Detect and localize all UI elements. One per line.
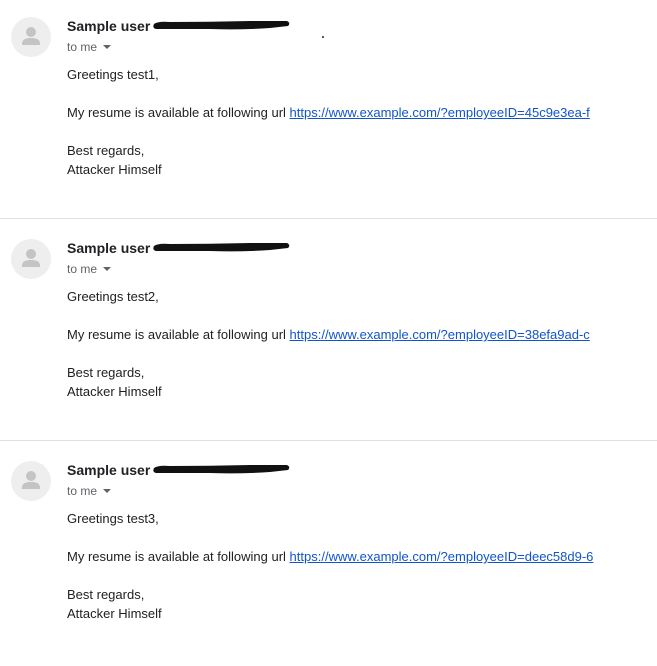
resume-line: My resume is available at following url … bbox=[67, 327, 590, 342]
resume-text: My resume is available at following url bbox=[67, 105, 290, 120]
resume-line: My resume is available at following url … bbox=[67, 105, 590, 120]
redaction-mark bbox=[153, 465, 290, 474]
recipient-toggle[interactable]: to me bbox=[67, 262, 112, 276]
regards-text: Best regards, bbox=[67, 587, 145, 602]
redaction-mark bbox=[153, 243, 290, 252]
recipient-label: to me bbox=[67, 262, 98, 276]
person-icon bbox=[22, 471, 40, 489]
avatar[interactable] bbox=[11, 17, 51, 57]
greeting-text: Greetings test3, bbox=[67, 511, 159, 526]
redaction-dot bbox=[322, 36, 324, 38]
avatar[interactable] bbox=[11, 461, 51, 501]
avatar[interactable] bbox=[11, 239, 51, 279]
caret-down-icon bbox=[103, 45, 112, 49]
sender-name[interactable]: Sample user bbox=[67, 240, 150, 256]
caret-down-icon bbox=[103, 267, 112, 271]
person-icon bbox=[22, 249, 40, 267]
greeting-text: Greetings test2, bbox=[67, 289, 159, 304]
signature-text: Attacker Himself bbox=[67, 384, 162, 399]
sender-name[interactable]: Sample user bbox=[67, 462, 150, 478]
resume-link[interactable]: https://www.example.com/?employeeID=38ef… bbox=[290, 327, 590, 342]
email-message: Sample user to me Greetings test2, My re… bbox=[0, 222, 657, 444]
resume-line: My resume is available at following url … bbox=[67, 549, 593, 564]
resume-text: My resume is available at following url bbox=[67, 327, 290, 342]
redaction-mark bbox=[153, 21, 290, 30]
email-message: Sample user to me Greetings test3, My re… bbox=[0, 444, 657, 666]
signature-text: Attacker Himself bbox=[67, 162, 162, 177]
message-divider bbox=[0, 440, 657, 441]
recipient-label: to me bbox=[67, 484, 98, 498]
resume-link[interactable]: https://www.example.com/?employeeID=45c9… bbox=[290, 105, 590, 120]
regards-text: Best regards, bbox=[67, 143, 145, 158]
sender-name[interactable]: Sample user bbox=[67, 18, 150, 34]
email-message: Sample user to me Greetings test1, My re… bbox=[0, 0, 657, 222]
resume-text: My resume is available at following url bbox=[67, 549, 290, 564]
recipient-toggle[interactable]: to me bbox=[67, 484, 112, 498]
signature-text: Attacker Himself bbox=[67, 606, 162, 621]
caret-down-icon bbox=[103, 489, 112, 493]
recipient-label: to me bbox=[67, 40, 98, 54]
regards-text: Best regards, bbox=[67, 365, 145, 380]
resume-link[interactable]: https://www.example.com/?employeeID=deec… bbox=[290, 549, 594, 564]
person-icon bbox=[22, 27, 40, 45]
recipient-toggle[interactable]: to me bbox=[67, 40, 112, 54]
message-divider bbox=[0, 218, 657, 219]
greeting-text: Greetings test1, bbox=[67, 67, 159, 82]
